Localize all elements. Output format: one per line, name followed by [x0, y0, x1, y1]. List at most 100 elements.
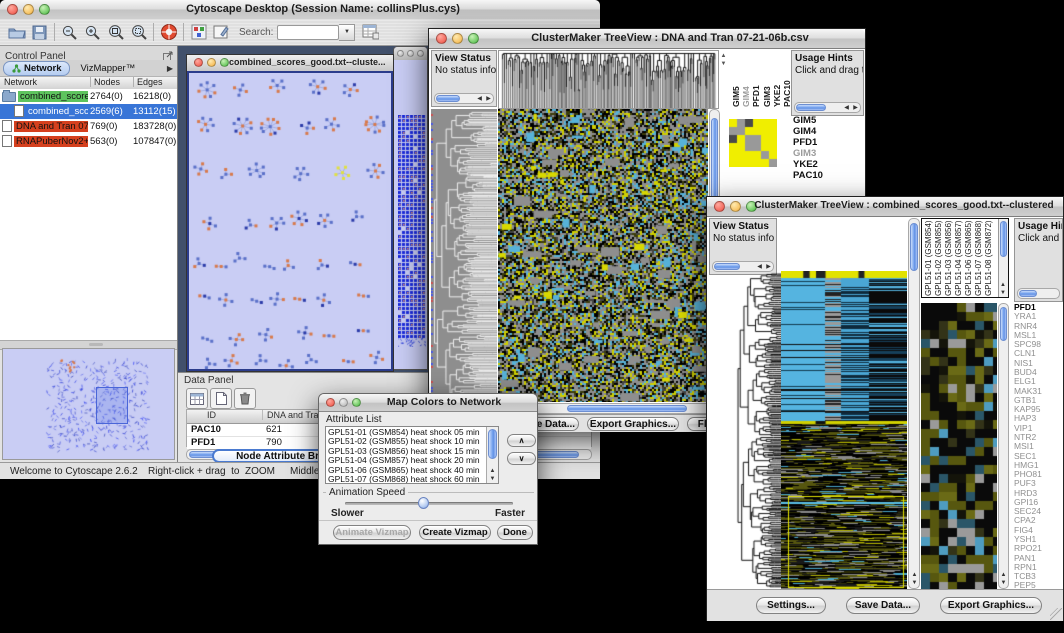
scroll-up-icon[interactable]: ▲ — [910, 572, 919, 579]
zoom-in-icon[interactable] — [81, 21, 104, 44]
inactive-close-button[interactable] — [397, 50, 404, 57]
comb-vscroll-thumb[interactable] — [910, 223, 918, 271]
scroll-down-icon[interactable]: ▼ — [719, 61, 728, 68]
zoom-button[interactable] — [39, 4, 50, 15]
dna-status-hscroll-thumb[interactable] — [436, 95, 460, 102]
scroll-left-icon[interactable]: ◀ — [842, 105, 851, 112]
export-graphics-button[interactable]: Export Graphics... — [940, 597, 1042, 614]
comb-heatmap-canvas[interactable] — [781, 271, 907, 589]
netwin-minimize-button[interactable] — [207, 58, 216, 67]
table-grid-icon[interactable] — [186, 388, 208, 409]
comb-labels-vscroll-thumb[interactable] — [1000, 221, 1007, 257]
birdseye-canvas[interactable] — [3, 349, 174, 459]
comb-labels-vscroll[interactable]: ▲ ▼ — [998, 219, 1008, 297]
zoom-selected-icon[interactable] — [127, 21, 150, 44]
comb-titlebar[interactable]: ClusterMaker TreeView : combined_scores_… — [707, 197, 1063, 217]
netwin-close-button[interactable] — [194, 58, 203, 67]
comb-close-button[interactable] — [714, 201, 725, 212]
dialog-close-button[interactable] — [326, 398, 335, 407]
dna-close-button[interactable] — [436, 33, 447, 44]
id-column-header[interactable]: ID — [207, 410, 216, 420]
dna-column-dendrogram-canvas[interactable] — [498, 50, 719, 109]
comb-detail-vscroll-thumb[interactable] — [1000, 307, 1007, 341]
comb-status-hscroll-thumb[interactable] — [714, 263, 740, 270]
new-document-icon[interactable] — [210, 388, 232, 409]
zoom-out-icon[interactable] — [58, 21, 81, 44]
speed-slider-track[interactable] — [345, 502, 513, 505]
scroll-left-icon[interactable]: ◀ — [755, 264, 764, 271]
network-row[interactable]: combined_scores2764(0)16218(0) — [0, 89, 177, 104]
save-data-button[interactable]: Save Data... — [846, 597, 920, 614]
scroll-down-icon[interactable]: ▼ — [999, 580, 1008, 587]
dna-minimize-button[interactable] — [452, 33, 463, 44]
dna-cluster-thumbnail-canvas[interactable] — [729, 119, 777, 167]
animate-vizmap-button[interactable]: Animate Vizmap — [333, 525, 411, 540]
attribute-list[interactable]: GPL51-01 (GSM854) heat shock 05 minGPL51… — [325, 426, 499, 484]
done-button[interactable]: Done — [497, 525, 533, 540]
scroll-down-icon[interactable]: ▼ — [999, 290, 1007, 297]
network-row[interactable]: DNA and Tran 07769(0)183728(0) — [0, 119, 177, 134]
network-row[interactable]: RNAPuberNov2+563(0)107847(0) — [0, 134, 177, 149]
comb-vscroll[interactable]: ▲ ▼ — [908, 218, 920, 589]
scroll-up-icon[interactable]: ▲ — [488, 468, 497, 475]
move-up-button[interactable]: ∧ — [507, 434, 536, 447]
search-input[interactable] — [277, 25, 339, 40]
scroll-left-icon[interactable]: ◀ — [475, 96, 484, 103]
birdseye-selection-rect[interactable] — [96, 387, 128, 424]
scroll-down-icon[interactable]: ▼ — [488, 476, 497, 483]
vizmapper-icon[interactable] — [187, 21, 210, 44]
move-down-button[interactable]: ∨ — [507, 452, 536, 465]
tab-vizmapper[interactable]: VizMapper™ — [70, 63, 145, 74]
comb-detail-vscroll[interactable]: ▲ ▼ — [998, 303, 1009, 589]
comb-hints-hscroll[interactable] — [1017, 288, 1060, 299]
inactive-zoom-button[interactable] — [417, 50, 424, 57]
dna-row-dendrogram-canvas[interactable] — [431, 109, 497, 402]
dna-hscroll-thumb[interactable] — [567, 405, 687, 412]
comb-detail-heatmap-canvas[interactable] — [921, 303, 997, 589]
scroll-right-icon[interactable]: ▶ — [851, 105, 860, 112]
attribute-item[interactable]: GPL51-07 (GSM868) heat shock 60 min — [326, 475, 486, 484]
create-vizmap-button[interactable]: Create Vizmap — [419, 525, 491, 540]
annotation-icon[interactable] — [210, 21, 233, 44]
attribute-list-vscroll-thumb[interactable] — [488, 429, 497, 459]
tab-network[interactable]: Network — [3, 61, 70, 76]
save-icon[interactable] — [28, 21, 51, 44]
main-titlebar[interactable]: Cytoscape Desktop (Session Name: collins… — [0, 0, 600, 20]
scroll-up-icon[interactable]: ▲ — [999, 572, 1008, 579]
attribute-table-icon[interactable] — [359, 21, 382, 44]
zoom-fit-icon[interactable] — [104, 21, 127, 44]
background-network-window[interactable] — [393, 46, 428, 370]
speed-slider-thumb[interactable] — [418, 497, 429, 509]
dna-zoom-button[interactable] — [468, 33, 479, 44]
open-folder-icon[interactable] — [5, 21, 28, 44]
inactive-minimize-button[interactable] — [407, 50, 414, 57]
scroll-right-icon[interactable]: ▶ — [764, 264, 773, 271]
network-view-canvas[interactable] — [189, 73, 391, 369]
dna-heatmap-canvas[interactable] — [498, 109, 708, 402]
comb-minimize-button[interactable] — [730, 201, 741, 212]
network-row[interactable]: combined_sco2569(6)13112(15) — [0, 104, 177, 119]
dense-network-grid-canvas[interactable] — [398, 115, 426, 347]
dna-hints-hscroll[interactable]: ◀ ▶ — [794, 102, 861, 113]
comb-hints-hscroll-thumb[interactable] — [1019, 290, 1037, 297]
attribute-list-vscroll[interactable]: ▲ ▼ — [486, 427, 498, 483]
netwin-zoom-button[interactable] — [220, 58, 229, 67]
help-lifesaver-icon[interactable] — [157, 21, 180, 44]
dna-titlebar[interactable]: ClusterMaker TreeView : DNA and Tran 07-… — [429, 29, 865, 49]
dialog-titlebar[interactable]: Map Colors to Network — [319, 394, 537, 412]
dna-hints-hscroll-thumb[interactable] — [796, 104, 826, 111]
birdseye-view[interactable] — [2, 348, 175, 460]
close-button[interactable] — [7, 4, 18, 15]
dna-status-hscroll[interactable]: ◀ ▶ — [434, 93, 494, 104]
dna-export-graphics-button[interactable]: Export Graphics... — [587, 417, 679, 431]
dialog-minimize-button[interactable] — [339, 398, 348, 407]
resize-grip[interactable] — [1050, 608, 1062, 620]
dna-vscroll-thumb[interactable] — [711, 118, 718, 203]
scroll-up-icon[interactable]: ▲ — [999, 282, 1007, 289]
settings-button[interactable]: Settings... — [756, 597, 826, 614]
scroll-up-icon[interactable]: ▲ — [719, 53, 728, 60]
comb-row-dendrogram-canvas[interactable] — [709, 271, 781, 589]
tab-overflow-arrow[interactable]: ▶ — [167, 64, 173, 73]
scroll-right-icon[interactable]: ▶ — [484, 96, 493, 103]
trash-icon[interactable] — [234, 388, 256, 409]
